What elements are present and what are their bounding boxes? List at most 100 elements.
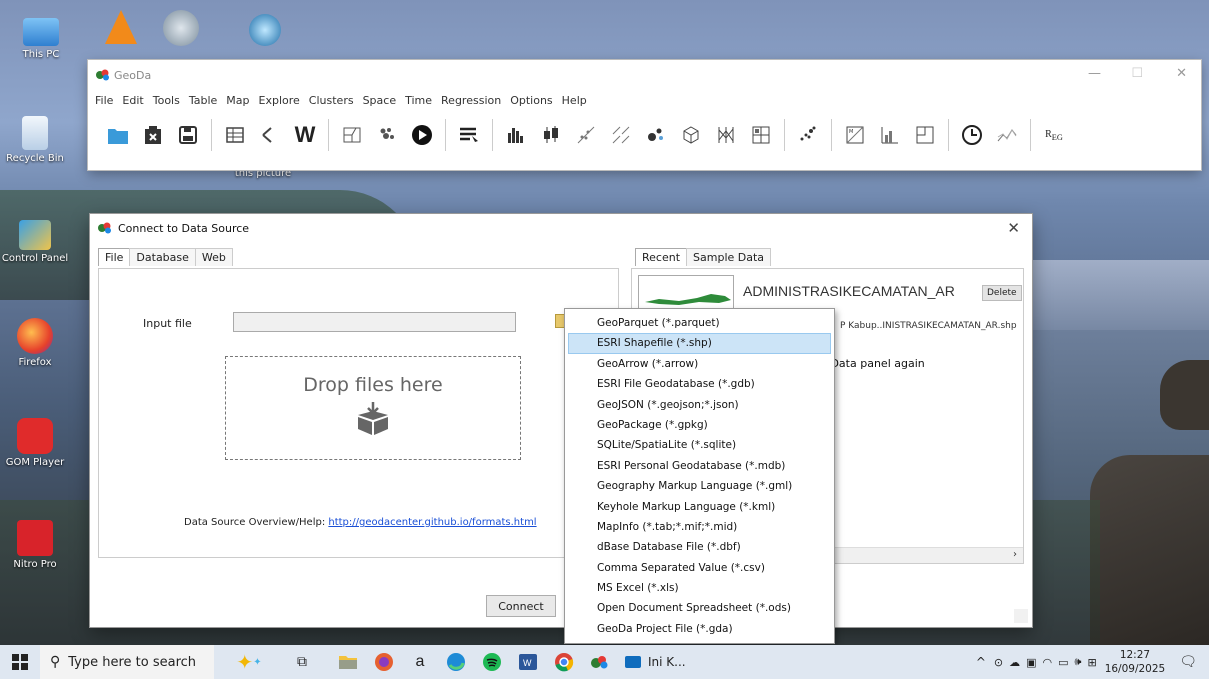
- map-icon[interactable]: [340, 123, 364, 147]
- tab-sample-data[interactable]: Sample Data: [686, 248, 772, 266]
- recent-file-name[interactable]: ADMINISTRASIKECAMATAN_AR: [743, 283, 955, 299]
- lisa-icon[interactable]: [878, 123, 902, 147]
- taskbar-active-window[interactable]: Ini K...: [618, 645, 692, 679]
- file-type-option-selected[interactable]: ESRI Shapefile (*.shp): [568, 333, 831, 354]
- maximize-button[interactable]: ☐: [1131, 66, 1143, 81]
- chrome-icon[interactable]: [546, 645, 582, 679]
- tray-app-icon[interactable]: ▣: [1026, 656, 1036, 669]
- dialog-close-button[interactable]: ✕: [1007, 219, 1020, 237]
- cluster-icon[interactable]: [375, 123, 399, 147]
- desktop-icon-gom-player[interactable]: GOM Player: [0, 418, 70, 468]
- desktop-icon-control-panel[interactable]: Control Panel: [0, 220, 70, 264]
- file-type-option[interactable]: GeoPackage (*.gpkg): [565, 415, 834, 435]
- wifi-icon[interactable]: ◠: [1043, 656, 1053, 669]
- geoda-taskbar-icon[interactable]: [582, 645, 618, 679]
- clock-icon[interactable]: [960, 123, 984, 147]
- pcp-icon[interactable]: [714, 123, 738, 147]
- amazon-icon[interactable]: a: [402, 645, 438, 679]
- edge-icon[interactable]: [438, 645, 474, 679]
- file-type-option[interactable]: SQLite/SpatiaLite (*.sqlite): [565, 435, 834, 455]
- tab-file[interactable]: File: [98, 248, 131, 266]
- file-type-option[interactable]: Open Document Spreadsheet (*.ods): [565, 598, 834, 618]
- open-folder-icon[interactable]: [106, 123, 130, 147]
- menu-file[interactable]: File: [95, 94, 113, 107]
- desktop-icon-recycle-bin[interactable]: Recycle Bin: [0, 116, 70, 164]
- task-view-icon[interactable]: ⧉: [284, 645, 320, 679]
- sparkle-widget-icon[interactable]: ✦ ✦: [214, 645, 284, 679]
- notifications-icon[interactable]: 🗨: [1179, 654, 1197, 670]
- menu-help[interactable]: Help: [562, 94, 587, 107]
- desktop-icon-search-app[interactable]: [230, 14, 300, 49]
- drop-zone[interactable]: Drop files here: [225, 356, 521, 460]
- cluster-map-icon[interactable]: [796, 123, 820, 147]
- spotify-icon[interactable]: [474, 645, 510, 679]
- regression-icon[interactable]: REG: [1042, 123, 1066, 147]
- minimize-button[interactable]: —: [1088, 66, 1101, 81]
- file-type-option[interactable]: MS Excel (*.xls): [565, 578, 834, 598]
- close-icon[interactable]: [141, 123, 165, 147]
- resize-grip[interactable]: [1014, 609, 1028, 623]
- menu-clusters[interactable]: Clusters: [309, 94, 354, 107]
- weights-icon[interactable]: W: [293, 122, 317, 147]
- tray-app-icon[interactable]: ⊙: [994, 656, 1003, 669]
- firefox-taskbar-icon[interactable]: [366, 645, 402, 679]
- time-chart-icon[interactable]: [995, 123, 1019, 147]
- file-type-option[interactable]: GeoDa Project File (*.gda): [565, 619, 834, 639]
- save-icon[interactable]: [176, 123, 200, 147]
- onedrive-icon[interactable]: ☁: [1009, 656, 1020, 669]
- volume-icon[interactable]: 🕪: [1075, 655, 1082, 669]
- menu-options[interactable]: Options: [510, 94, 552, 107]
- map-window-icon[interactable]: [913, 123, 937, 147]
- menu-explore[interactable]: Explore: [259, 94, 300, 107]
- boxplot-icon[interactable]: [539, 123, 563, 147]
- file-type-option[interactable]: Keyhole Markup Language (*.kml): [565, 497, 834, 517]
- table-icon[interactable]: [223, 123, 247, 147]
- desktop-icon-pro[interactable]: [146, 10, 216, 49]
- file-type-option[interactable]: GeoJSON (*.geojson;*.json): [565, 395, 834, 415]
- menu-regression[interactable]: Regression: [441, 94, 501, 107]
- file-type-option[interactable]: GeoParquet (*.parquet): [565, 313, 834, 333]
- tools-icon[interactable]: [258, 123, 282, 147]
- taskbar-search[interactable]: ⚲ Type here to search: [40, 645, 214, 679]
- conditional-icon[interactable]: [749, 123, 773, 147]
- start-button[interactable]: [0, 645, 40, 679]
- tab-database[interactable]: Database: [129, 248, 196, 266]
- desktop-icon-nitro-pro[interactable]: Nitro Pro: [0, 520, 70, 570]
- scatter-matrix-icon[interactable]: [609, 123, 633, 147]
- file-type-option[interactable]: ESRI File Geodatabase (*.gdb): [565, 374, 834, 394]
- menu-time[interactable]: Time: [405, 94, 432, 107]
- menu-table[interactable]: Table: [189, 94, 217, 107]
- play-icon[interactable]: [410, 123, 434, 147]
- file-type-option[interactable]: Comma Separated Value (*.csv): [565, 558, 834, 578]
- file-type-option[interactable]: GeoArrow (*.arrow): [565, 354, 834, 374]
- menu-map[interactable]: Map: [226, 94, 249, 107]
- input-file-field[interactable]: [233, 312, 516, 332]
- file-type-option[interactable]: ESRI Personal Geodatabase (*.mdb): [565, 456, 834, 476]
- file-type-option[interactable]: Geography Markup Language (*.gml): [565, 476, 834, 496]
- help-link[interactable]: http://geodacenter.github.io/formats.htm…: [328, 517, 536, 528]
- delete-recent-button[interactable]: Delete: [982, 285, 1022, 301]
- show-hidden-icons-icon[interactable]: ^: [976, 655, 986, 669]
- menu-edit[interactable]: Edit: [122, 94, 143, 107]
- tab-web[interactable]: Web: [194, 248, 233, 266]
- language-icon[interactable]: ⊞: [1087, 656, 1096, 669]
- connect-button[interactable]: Connect: [486, 595, 556, 617]
- desktop-icon-this-pc[interactable]: This PC: [6, 14, 76, 60]
- close-window-button[interactable]: ✕: [1176, 66, 1187, 81]
- menu-tools[interactable]: Tools: [153, 94, 180, 107]
- word-icon[interactable]: W: [510, 645, 546, 679]
- file-explorer-icon[interactable]: [330, 645, 366, 679]
- taskbar-clock[interactable]: 12:27 16/09/2025: [1105, 648, 1166, 676]
- selection-icon[interactable]: [457, 123, 481, 147]
- moran-icon[interactable]: M: [843, 123, 867, 147]
- menu-space[interactable]: Space: [363, 94, 397, 107]
- desktop-icon-firefox[interactable]: Firefox: [0, 318, 70, 368]
- bubble-icon[interactable]: [644, 123, 668, 147]
- 3d-icon[interactable]: [679, 123, 703, 147]
- battery-icon[interactable]: ▭: [1058, 656, 1068, 669]
- horizontal-scrollbar[interactable]: ›: [807, 547, 1023, 563]
- scatter-icon[interactable]: [574, 123, 598, 147]
- scroll-right-icon[interactable]: ›: [1013, 549, 1017, 560]
- file-type-option[interactable]: dBase Database File (*.dbf): [565, 537, 834, 557]
- file-type-option[interactable]: MapInfo (*.tab;*.mif;*.mid): [565, 517, 834, 537]
